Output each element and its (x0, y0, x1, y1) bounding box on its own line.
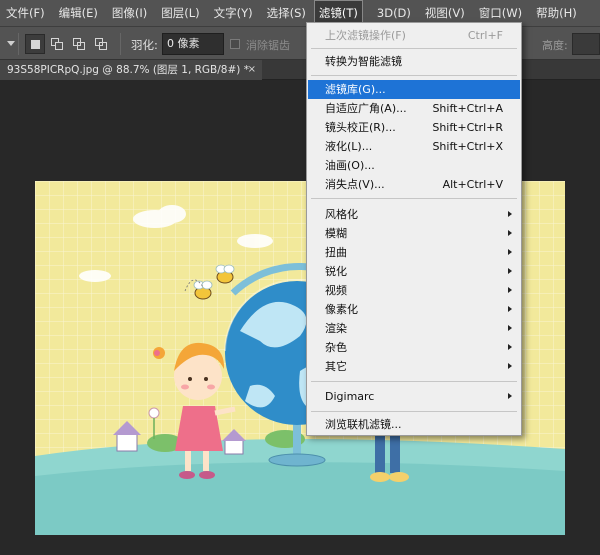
menu-item-distort[interactable]: 扭曲 (308, 243, 520, 262)
menu-item-label: 风格化 (325, 208, 358, 221)
menu-item-label: 扭曲 (325, 246, 347, 259)
antialias-label: 消除锯齿 (246, 39, 290, 52)
menu-help[interactable]: 帮助(H) (530, 0, 577, 26)
submenu-arrow-icon (508, 306, 512, 312)
menu-item-label: 模糊 (325, 227, 347, 240)
menu-edit[interactable]: 编辑(E) (53, 0, 98, 26)
menu-item-label: 浏览联机滤镜... (325, 418, 402, 431)
menu-item-label: 消失点(V)... (325, 178, 385, 191)
submenu-arrow-icon (508, 393, 512, 399)
menu-select[interactable]: 选择(S) (261, 0, 306, 26)
submenu-arrow-icon (508, 344, 512, 350)
menu-separator (311, 411, 517, 412)
menu-separator (311, 48, 517, 49)
menu-item-browse-online-filters[interactable]: 浏览联机滤镜... (308, 415, 520, 434)
options-divider (120, 33, 121, 55)
add-to-selection-button[interactable] (47, 34, 67, 54)
submenu-arrow-icon (508, 325, 512, 331)
menu-item-label: 像素化 (325, 303, 358, 316)
menu-item-label: 锐化 (325, 265, 347, 278)
close-icon[interactable]: × (248, 60, 256, 80)
menu-item-liquify[interactable]: 液化(L)... Shift+Ctrl+X (308, 137, 520, 156)
shortcut-label: Ctrl+F (467, 29, 503, 42)
menu-item-lens-correction[interactable]: 镜头校正(R)... Shift+Ctrl+R (308, 118, 520, 137)
submenu-arrow-icon (508, 363, 512, 369)
menu-item-oil-paint[interactable]: 油画(O)... (308, 156, 520, 175)
intersect-selection-button[interactable] (91, 34, 111, 54)
menu-separator (311, 198, 517, 199)
bee-icon (215, 264, 235, 284)
menu-item-label: Digimarc (325, 390, 375, 403)
menu-item-label: 液化(L)... (325, 140, 373, 153)
filter-menu-dropdown: 上次滤镜操作(F) Ctrl+F 转换为智能滤镜 滤镜库(G)... 自适应广角… (306, 22, 522, 436)
new-selection-button[interactable] (25, 34, 45, 54)
options-divider (18, 33, 19, 55)
menu-item-label: 油画(O)... (325, 159, 375, 172)
menu-item-pixelate[interactable]: 像素化 (308, 300, 520, 319)
menu-item-last-filter: 上次滤镜操作(F) Ctrl+F (308, 26, 520, 45)
shortcut-label: Shift+Ctrl+X (432, 140, 503, 153)
menu-image[interactable]: 图像(I) (106, 0, 147, 26)
menu-type[interactable]: 文字(Y) (208, 0, 253, 26)
submenu-arrow-icon (508, 249, 512, 255)
menu-item-convert-smart-filter[interactable]: 转换为智能滤镜 (308, 52, 520, 71)
menu-file[interactable]: 文件(F) (0, 0, 45, 26)
menu-item-stylize[interactable]: 风格化 (308, 205, 520, 224)
submenu-arrow-icon (508, 287, 512, 293)
menu-item-noise[interactable]: 杂色 (308, 338, 520, 357)
document-tab-title: 93S58PICRpQ.jpg @ 88.7% (图层 1, RGB/8#) * (7, 64, 249, 76)
feather-input[interactable]: 0 像素 (162, 33, 224, 55)
menu-item-label: 渲染 (325, 322, 347, 335)
menu-item-digimarc[interactable]: Digimarc (308, 387, 520, 406)
menu-item-video[interactable]: 视频 (308, 281, 520, 300)
menu-separator (311, 75, 517, 76)
shortcut-label: Shift+Ctrl+R (432, 121, 503, 134)
menu-item-label: 其它 (325, 360, 347, 373)
menu-item-label: 自适应广角(A)... (325, 102, 407, 115)
menu-item-blur[interactable]: 模糊 (308, 224, 520, 243)
menu-item-render[interactable]: 渲染 (308, 319, 520, 338)
menu-item-sharpen[interactable]: 锐化 (308, 262, 520, 281)
antialias-checkbox[interactable] (230, 39, 240, 49)
tool-preset-dropdown-icon[interactable] (7, 41, 15, 46)
menu-item-label: 转换为智能滤镜 (325, 55, 402, 68)
submenu-arrow-icon (508, 211, 512, 217)
menu-item-vanishing-point[interactable]: 消失点(V)... Alt+Ctrl+V (308, 175, 520, 194)
menu-item-label: 杂色 (325, 341, 347, 354)
menu-item-label: 镜头校正(R)... (325, 121, 396, 134)
menu-item-label: 滤镜库(G)... (325, 83, 386, 96)
menu-item-label: 视频 (325, 284, 347, 297)
menu-item-filter-gallery[interactable]: 滤镜库(G)... (308, 80, 520, 99)
menu-layer[interactable]: 图层(L) (155, 0, 199, 26)
document-tab[interactable]: 93S58PICRpQ.jpg @ 88.7% (图层 1, RGB/8#) *… (0, 60, 262, 80)
feather-label: 羽化: (131, 38, 158, 52)
height-label: 高度: (542, 39, 568, 52)
menu-item-label: 上次滤镜操作(F) (325, 29, 406, 42)
menu-item-adaptive-wide-angle[interactable]: 自适应广角(A)... Shift+Ctrl+A (308, 99, 520, 118)
shortcut-label: Alt+Ctrl+V (442, 178, 503, 191)
menu-separator (311, 381, 517, 382)
submenu-arrow-icon (508, 230, 512, 236)
submenu-arrow-icon (508, 268, 512, 274)
menu-item-other[interactable]: 其它 (308, 357, 520, 376)
shortcut-label: Shift+Ctrl+A (432, 102, 503, 115)
subtract-from-selection-button[interactable] (69, 34, 89, 54)
height-input[interactable] (572, 33, 600, 55)
